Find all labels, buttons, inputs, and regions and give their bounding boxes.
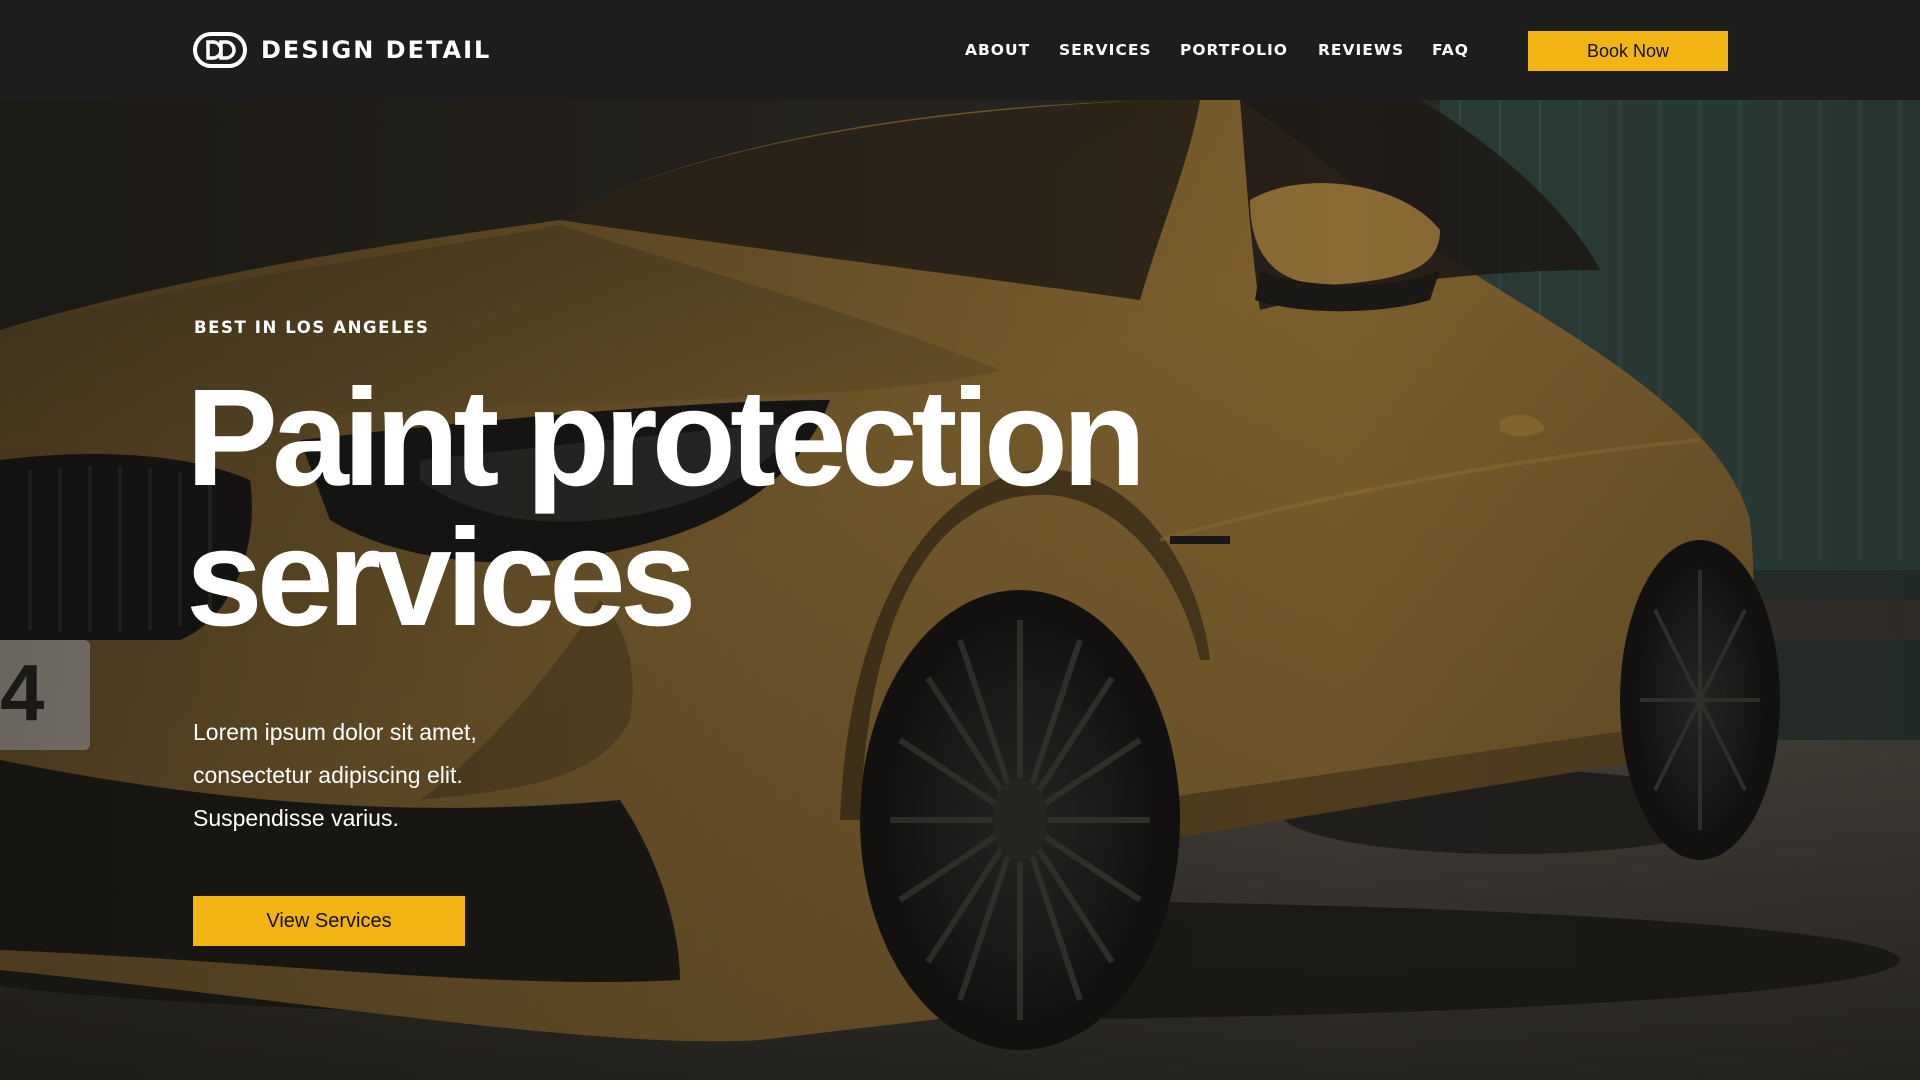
hero-eyebrow: BEST IN LOS ANGELES [194, 318, 430, 337]
page: DESIGN DETAIL ABOUT SERVICES PORTFOLIO R… [0, 0, 1920, 1080]
brand-name: DESIGN DETAIL [261, 36, 492, 64]
hero-headline-line-2: services [186, 501, 697, 655]
nav-link-services[interactable]: SERVICES [1059, 40, 1152, 60]
nav-link-portfolio[interactable]: PORTFOLIO [1180, 40, 1288, 60]
hero-headline-line-1: Paint protection [186, 361, 1146, 515]
hero-description: Lorem ipsum dolor sit amet, consectetur … [193, 711, 533, 840]
hero-section: 4 [0, 100, 1920, 1080]
nav-link-about[interactable]: ABOUT [965, 40, 1030, 60]
book-now-button[interactable]: Book Now [1528, 31, 1728, 71]
brand-logo[interactable]: DESIGN DETAIL [193, 31, 491, 69]
hero-headline: Paint protection services [186, 361, 1146, 655]
nav-link-faq[interactable]: FAQ [1432, 40, 1469, 60]
hero-description-line-3: Suspendisse varius. [193, 805, 399, 831]
site-header: DESIGN DETAIL ABOUT SERVICES PORTFOLIO R… [0, 0, 1920, 100]
hero-description-line-2: consectetur adipiscing elit. [193, 762, 463, 788]
logo-mark-icon [193, 32, 247, 68]
view-services-button[interactable]: View Services [193, 896, 465, 946]
hero-description-line-1: Lorem ipsum dolor sit amet, [193, 719, 477, 745]
nav-link-reviews[interactable]: REVIEWS [1318, 40, 1404, 60]
